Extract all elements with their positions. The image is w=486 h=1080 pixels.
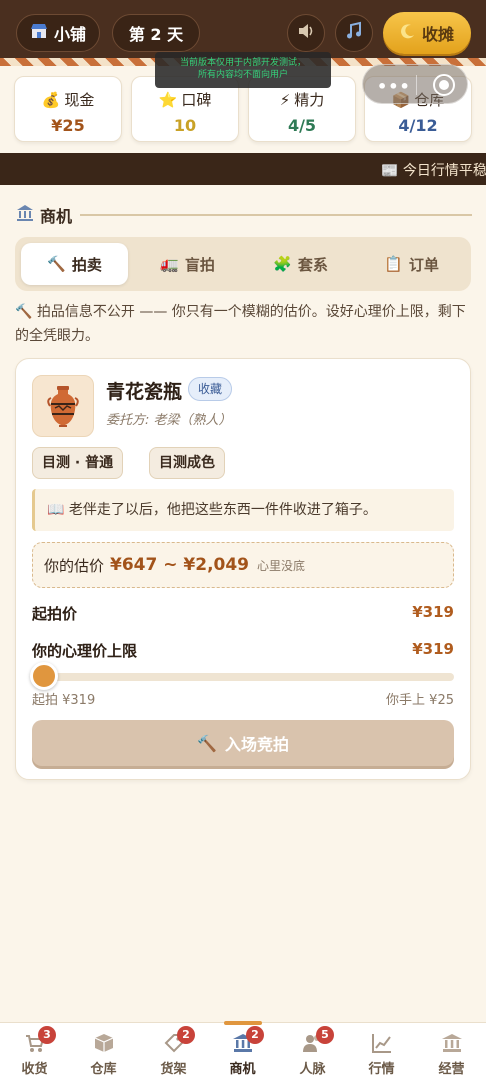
section-header: 商机 [16,204,72,226]
stat-value: ¥25 [51,116,85,135]
stat-label: 精力 [294,91,325,109]
slider-thumb[interactable] [30,662,58,690]
nav-label: 行情 [368,1062,395,1077]
hammer-icon: 🔨 [197,733,217,753]
capsule-divider [416,75,417,95]
start-price-value: ¥319 [412,603,454,621]
close-shop-button[interactable]: 收摊 [383,12,471,54]
more-dots-icon[interactable]: ••• [377,77,411,96]
condition-chip[interactable]: 目测成色 [149,447,225,479]
music-note-icon [344,21,364,45]
nav-badge: 2 [177,1026,195,1044]
clipboard-icon: 📋 [384,255,403,273]
inspection-chip: 目测 · 普通 [32,447,124,479]
opportunity-tabs: 🔨 拍卖 🚛 盲拍 🧩 套系 📋 订单 [15,237,471,291]
stat-value: 10 [173,116,197,135]
dev-notice-line2: 所有内容均不面向用户 [197,70,288,80]
start-price-label: 起拍价 [32,605,78,623]
music-button[interactable] [335,14,373,52]
lightning-icon: ⚡ [279,90,291,109]
slider-max-label: 你手上 ¥25 [386,693,454,708]
box-icon [94,1034,114,1052]
auction-intro: 🔨 拍品信息不公开 —— 你只有一个模糊的估价。设好心理价上限，剩下的全凭眼力。 [15,304,466,344]
item-category-tag: 收藏 [188,377,233,401]
tab-label: 套系 [297,255,328,274]
nav-label: 人脉 [299,1062,326,1077]
close-shop-label: 收摊 [421,25,454,44]
puzzle-icon: 🧩 [273,255,292,273]
bottom-nav: 3 收货 仓库 2 货架 2 商机 5 人脉 行情 经营 [0,1021,486,1080]
stat-label: 口碑 [181,91,212,109]
tab-auction[interactable]: 🔨 拍卖 [21,243,128,285]
nav-active-indicator [224,1021,262,1025]
sound-button[interactable] [287,14,325,52]
shop-label: 小铺 [53,25,86,44]
tab-label: 拍卖 [71,255,102,274]
nav-item-warehouse[interactable]: 仓库 [69,1023,138,1080]
news-ticker: 📰 今日行情平稳 [0,153,486,185]
exit-target-icon[interactable] [433,74,455,96]
ticker-text: 📰 今日行情平稳 [381,163,486,179]
stat-value: 4/12 [398,116,438,135]
dev-notice-line1: 当前版本仅用于内部开发测试， [179,58,306,68]
nav-label: 收货 [21,1062,48,1077]
enter-auction-button[interactable]: 🔨 入场竞拍 [32,720,454,766]
chart-icon [372,1034,391,1053]
nav-label: 经营 [438,1062,465,1077]
vase-icon [47,386,79,427]
consignor-text: 委托方: 老梁（熟人） [106,413,232,428]
tab-orders[interactable]: 📋 订单 [358,243,465,285]
enter-auction-label: 入场竞拍 [224,735,289,754]
dev-notice: 当前版本仅用于内部开发测试， 所有内容均不面向用户 [155,52,331,88]
nav-label: 货架 [160,1062,187,1077]
estimate-note: 心里没底 [257,558,306,573]
hammer-icon: 🔨 [47,255,66,273]
tab-blind-auction[interactable]: 🚛 盲拍 [134,243,241,285]
tab-label: 盲拍 [184,255,215,274]
nav-label: 仓库 [90,1062,117,1077]
nav-item-market[interactable]: 行情 [347,1023,416,1080]
truck-icon: 🚛 [160,255,179,273]
bank-icon [16,204,34,226]
nav-badge: 2 [246,1026,264,1044]
tab-sets[interactable]: 🧩 套系 [247,243,354,285]
limit-price-label: 你的心理价上限 [32,642,138,660]
nav-badge: 3 [38,1026,56,1044]
stat-value: 4/5 [287,116,317,135]
estimate-box: 你的估价 ¥647 ~ ¥2,049 心里没底 [32,542,454,588]
day-indicator: 第 2 天 [112,14,200,52]
star-icon: ⭐ [158,90,178,109]
nav-badge: 5 [316,1026,334,1044]
moon-icon [400,23,416,43]
nav-item-contacts[interactable]: 5 人脉 [278,1023,347,1080]
auction-item-card: 青花瓷瓶 收藏 委托方: 老梁（熟人） 目测 · 普通 目测成色 📖 老伴走了以… [15,358,471,780]
section-title: 商机 [40,207,73,226]
miniprogram-capsule: ••• [362,64,468,104]
stat-cash: 💰 现金 ¥25 [14,76,122,142]
slider-min-label: 起拍 ¥319 [32,693,96,708]
shop-icon [30,22,48,44]
stat-label: 现金 [64,91,95,109]
limit-price-value: ¥319 [412,640,454,658]
day-label: 第 2 天 [128,25,184,44]
item-name: 青花瓷瓶 [106,381,183,403]
building-icon [442,1034,462,1052]
story-quote: 📖 老伴走了以后，他把这些东西一件件收进了箱子。 [32,489,454,531]
section-divider [80,214,472,216]
nav-item-shelf[interactable]: 2 货架 [139,1023,208,1080]
price-limit-slider[interactable] [32,673,454,681]
nav-item-receive[interactable]: 3 收货 [0,1023,69,1080]
speaker-icon [296,21,316,45]
estimate-label: 你的估价 [44,556,105,575]
shop-button[interactable]: 小铺 [16,14,100,52]
vase-image [32,375,94,437]
nav-item-business[interactable]: 经营 [417,1023,486,1080]
nav-item-opportunity[interactable]: 2 商机 [208,1021,277,1080]
money-bag-icon: 💰 [41,90,61,109]
estimate-value: ¥647 ~ ¥2,049 [110,555,250,575]
nav-label: 商机 [229,1062,256,1077]
tab-label: 订单 [408,255,439,274]
